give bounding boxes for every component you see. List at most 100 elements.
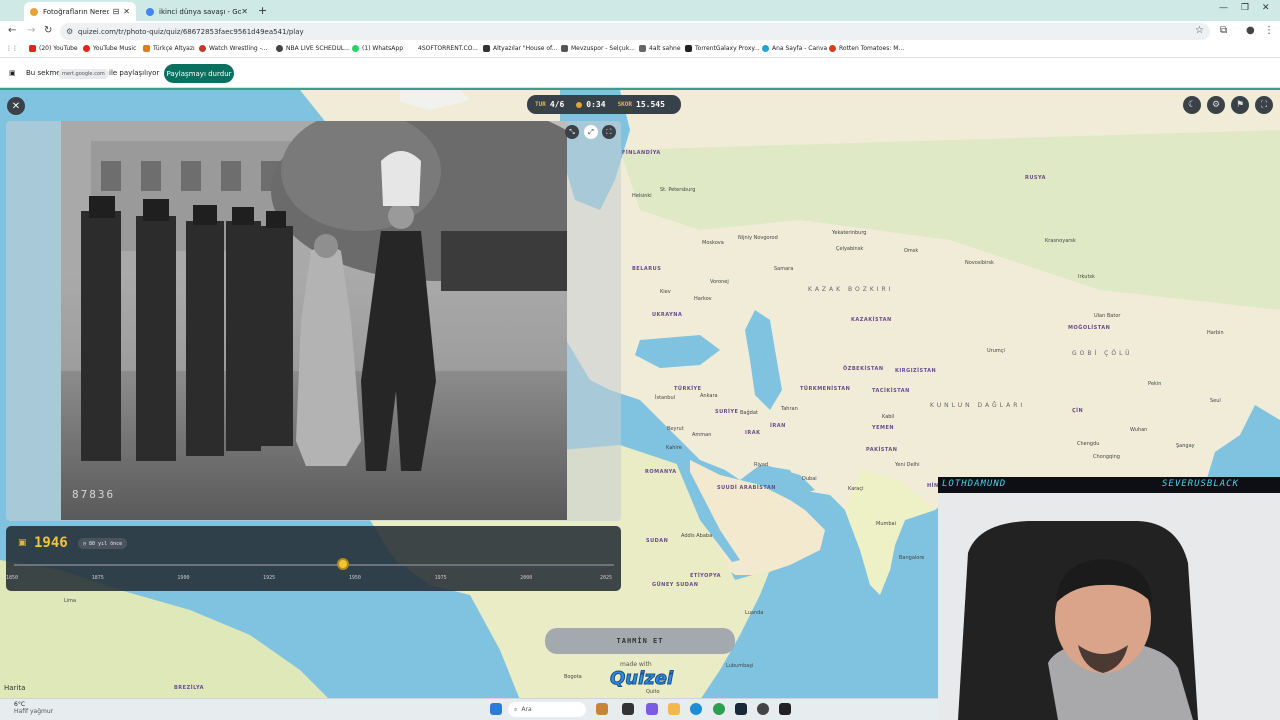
bookmark-altyazilar[interactable]: Altyazılar "House of... [483, 45, 557, 52]
minimize-icon[interactable]: — [1219, 3, 1228, 13]
map-label-region: GOBİ ÇÖLÜ [1072, 350, 1133, 357]
map-label-city: Yeni Delhi [895, 462, 920, 468]
bookmark-whatsapp[interactable]: (1) WhatsApp [352, 45, 403, 52]
weather-widget[interactable]: 6°C Hafif yağmur [14, 701, 53, 715]
calendar-icon: ▣ [18, 538, 27, 548]
steam-icon[interactable] [735, 703, 747, 715]
maximize-icon[interactable]: ❐ [1241, 3, 1249, 13]
extensions-icon[interactable]: ⧉ [1220, 25, 1227, 36]
made-with-text: made with [620, 661, 652, 668]
year-tick-label: 2025 [600, 575, 613, 581]
guess-button[interactable]: TAHMİN ET [545, 628, 735, 654]
map-label-city: Karaçi [848, 486, 864, 492]
close-icon[interactable]: ✕ [241, 7, 248, 16]
shrink-photo-button[interactable]: ⤡ [565, 125, 579, 139]
bookmark-4alt-sahne[interactable]: 4alt sahne [639, 45, 681, 52]
map-label-city: Voronej [710, 279, 729, 285]
back-icon[interactable]: ← [8, 25, 16, 36]
map-label-city: Wuhan [1130, 427, 1148, 433]
apps-icon[interactable]: ⋮⋮ [6, 45, 18, 52]
bookmark-label: YouTube Music [93, 45, 137, 52]
map-label-city: Kabil [882, 414, 895, 420]
bookmark-canva[interactable]: Ana Sayfa - Canva [762, 45, 827, 52]
tab-quizei[interactable]: Fotoğrafların Nerede ve Ne ⊟ ✕ [24, 2, 136, 21]
dark-mode-button[interactable]: ☾ [1183, 96, 1201, 114]
map-label-country: TACİKİSTAN [872, 388, 910, 394]
fullscreen-photo-button[interactable]: ⛶ [602, 125, 616, 139]
stop-sharing-button[interactable]: Paylaşmayı durdur [164, 64, 234, 83]
page-icon [561, 45, 568, 52]
bookmark-star-icon[interactable]: ☆ [1195, 25, 1204, 36]
bookmark-turkce-altyazi[interactable]: Türkçe Altyazı [143, 45, 195, 52]
map-label-region: KUNLUN DAĞLARI [930, 402, 1026, 409]
task-view-icon[interactable] [622, 703, 634, 715]
close-icon[interactable]: ✕ [123, 7, 130, 16]
map-label-city: Ulan Bator [1094, 313, 1121, 319]
bookmark-watch-wrestling[interactable]: Watch Wrestling -... [199, 45, 268, 52]
quizei-logo: Quizei [609, 668, 674, 690]
taskbar-search[interactable]: ⌕ Ara [508, 702, 586, 717]
chrome-icon[interactable] [713, 703, 725, 715]
fullscreen-button[interactable]: ⛶ [1255, 96, 1273, 114]
map-label-city: Pekin [1148, 381, 1162, 387]
map-label-city: Riyad [754, 462, 769, 468]
file-explorer-icon[interactable] [668, 703, 680, 715]
year-tick-label: 1975 [434, 575, 447, 581]
window-close-icon[interactable]: ✕ [1262, 3, 1270, 13]
bookmark-label: 4alt sahne [649, 45, 681, 52]
bookmark-label: NBA LIVE SCHEDUL... [286, 45, 350, 52]
canva-icon [762, 45, 769, 52]
bookmark-4softorrent[interactable]: 4SOFTORRENT.CO... [418, 45, 478, 52]
year-slider-track[interactable] [14, 564, 614, 566]
year-slider-thumb[interactable] [337, 558, 350, 570]
close-tab-icon[interactable]: ⊟ [113, 7, 120, 16]
photo-image [61, 121, 567, 520]
report-button[interactable]: ⚑ [1231, 96, 1249, 114]
forward-icon[interactable]: → [27, 25, 35, 36]
profile-icon[interactable]: ● [1246, 25, 1255, 36]
edge-icon[interactable] [690, 703, 702, 715]
youtube-icon [29, 45, 36, 52]
youtube-music-icon [83, 45, 90, 52]
quizei-favicon-icon [30, 7, 38, 16]
reload-icon[interactable]: ↻ [44, 25, 52, 36]
whatsapp-icon [352, 45, 359, 52]
bookmark-rotten-tomatoes[interactable]: Rotten Tomatoes: M... [829, 45, 904, 52]
bookmark-youtube-music[interactable]: YouTube Music [83, 45, 136, 52]
new-tab-button[interactable]: + [258, 4, 267, 17]
obs-icon[interactable] [757, 703, 769, 715]
map-label-city: Harbin [1207, 330, 1224, 336]
site-info-icon[interactable]: ⚙ [66, 27, 73, 36]
bookmark-torrentgalaxy[interactable]: TorrentGalaxy Proxy... [685, 45, 760, 52]
map-label-city: Ankara [700, 393, 718, 399]
url-field[interactable]: ⚙ quizei.com/tr/photo-quiz/quiz/68672853… [60, 23, 1210, 40]
menu-icon[interactable]: ⋮ [1264, 25, 1274, 36]
map-label-city: İstanbul [655, 395, 676, 401]
year-tick-label: 1950 [348, 575, 361, 581]
map-label-country: FİNLANDİYA [622, 150, 661, 156]
bookmark-mevzuspor[interactable]: Mevzuspor - Selçuk... [561, 45, 635, 52]
map-label-city: Amman [692, 432, 712, 438]
historical-photo[interactable] [61, 121, 567, 520]
map-label-city: Tahran [781, 406, 798, 412]
bookmark-youtube[interactable]: (20) YouTube [29, 45, 78, 52]
map-label-city: Kahire [666, 445, 682, 451]
bookmark-label: TorrentGalaxy Proxy... [695, 45, 760, 52]
expand-photo-button[interactable]: ⤢ [584, 125, 598, 139]
map-label-country: SURİYE [715, 409, 739, 415]
stream-right-name: SEVERUSBLACK [1162, 479, 1240, 489]
app-icon[interactable] [779, 703, 791, 715]
map-label-city: St. Petersburg [660, 187, 696, 193]
settings-button[interactable]: ⚙ [1207, 96, 1225, 114]
timer-value: 0:34 [586, 100, 606, 109]
windows-start-icon[interactable] [490, 703, 502, 715]
globe-icon [276, 45, 283, 52]
bookmark-label: 4SOFTORRENT.CO... [418, 45, 478, 52]
copilot-icon[interactable] [646, 703, 658, 715]
widget-app-icon[interactable] [596, 703, 608, 715]
close-quiz-button[interactable]: ✕ [7, 97, 25, 115]
bookmark-nba[interactable]: NBA LIVE SCHEDUL... [276, 45, 350, 52]
map-label-country: ROMANYA [645, 469, 677, 475]
map-label-country: ÇİN [1072, 408, 1084, 414]
tab-google[interactable]: ikinci dünya savaşı - Google'da ✕ [140, 2, 254, 21]
